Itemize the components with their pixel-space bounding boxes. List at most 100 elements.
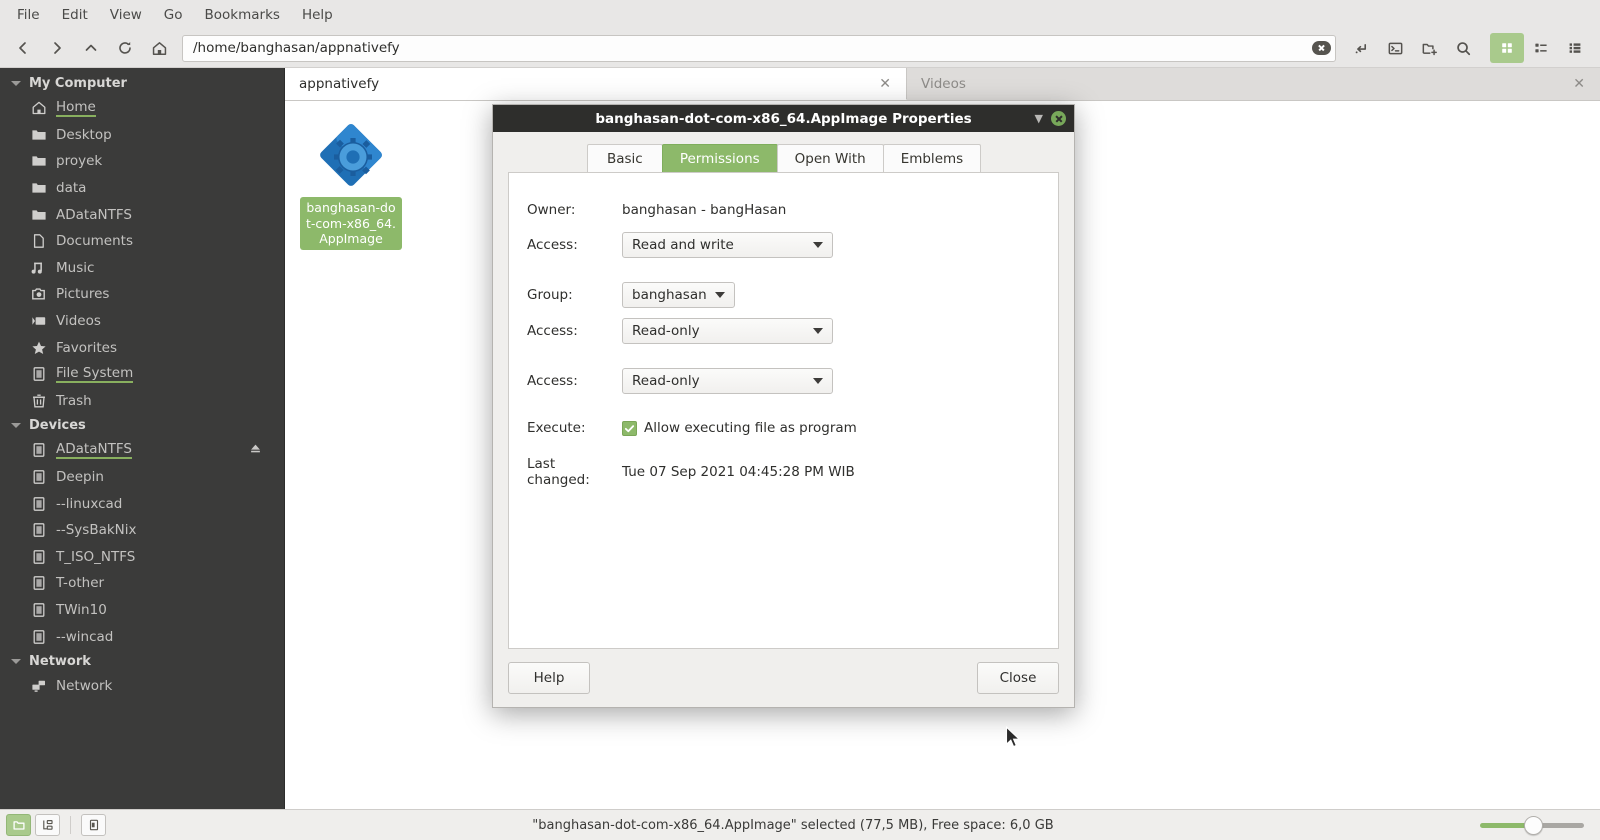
sidebar-item-deepin[interactable]: Deepin [0,464,284,491]
sidebar-item-label: Videos [56,313,101,330]
sidebar-item-network[interactable]: Network [0,673,284,700]
sidebar-item-pictures[interactable]: Pictures [0,281,284,308]
close-icon[interactable] [1051,111,1066,126]
sidebar-group-network[interactable]: Network [0,650,284,673]
execute-checkbox-label: Allow executing file as program [644,420,857,436]
zoom-slider-handle[interactable] [1524,816,1543,835]
up-button[interactable] [74,33,108,63]
other-access-select[interactable]: Read-only [622,368,833,394]
status-text: "banghasan-dot-com-x86_64.AppImage" sele… [532,817,1054,833]
sidebar-item-adatantfs[interactable]: ADataNTFS [0,437,284,464]
new-folder-icon [1422,43,1437,55]
tree-view-button[interactable] [35,814,60,836]
sidebar-group-my-computer[interactable]: My Computer [0,72,284,95]
chevron-up-icon [85,44,97,51]
group-access-select[interactable]: Read-only [622,318,833,344]
clear-address-button[interactable] [1311,38,1332,59]
owner-row: Owner: banghasan - bangHasan [527,195,1040,225]
dialog-footer: Help Close [493,649,1074,707]
new-folder-button[interactable] [1412,33,1446,63]
owner-access-select[interactable]: Read and write [622,232,833,258]
owner-access-row: Access: Read and write [527,230,1040,260]
help-button[interactable]: Help [508,662,590,694]
other-access-value: Read-only [632,373,700,389]
list-view-button[interactable] [1524,33,1558,63]
split-view-button[interactable] [1344,33,1378,63]
eject-icon[interactable] [249,442,262,459]
forward-button[interactable] [40,33,74,63]
folder-view-button[interactable] [6,814,31,836]
camera-icon [31,286,47,302]
sidebar-item-t-iso-ntfs[interactable]: T_ISO_NTFS [0,544,284,571]
close-button[interactable]: Close [977,662,1059,694]
home-button[interactable] [142,33,176,63]
compact-view-button[interactable] [1558,33,1592,63]
tree-view-icon [42,820,53,830]
zoom-slider[interactable] [1480,815,1584,835]
sidebar-item-linuxcad[interactable]: --linuxcad [0,490,284,517]
menu-item-edit[interactable]: Edit [51,3,99,27]
sidebar-item-documents[interactable]: Documents [0,228,284,255]
owner-value: banghasan - bangHasan [622,202,787,218]
sidebar-item-home[interactable]: Home [0,95,284,122]
sidebar-item-label: Network [56,678,113,695]
chevron-down-icon[interactable]: ▼ [1035,113,1043,124]
star-icon [31,340,47,356]
other-access-label: Access: [527,373,578,389]
sidebar-group-label: Network [29,653,91,669]
tab-basic[interactable]: Basic [586,144,663,172]
tab-emblems[interactable]: Emblems [882,144,982,172]
menu-item-go[interactable]: Go [153,3,194,27]
group-value: banghasan [632,287,707,303]
tab-appnativefy[interactable]: appnativefy ✕ [285,68,907,100]
menu-item-file[interactable]: File [6,3,51,27]
chevron-down-icon [813,242,823,248]
tab-open-with[interactable]: Open With [776,144,884,172]
side-pane-button[interactable] [81,814,106,836]
drive-icon [31,442,47,458]
sidebar-item-sysbaknix[interactable]: --SysBakNix [0,517,284,544]
sidebar-item-trash[interactable]: Trash [0,388,284,415]
sidebar-item-label: --wincad [56,628,114,645]
group-select[interactable]: banghasan [622,282,735,308]
back-button[interactable] [6,33,40,63]
sidebar-item-twin10[interactable]: TWin10 [0,597,284,624]
clear-icon [1312,41,1331,55]
sidebar-item-videos[interactable]: Videos [0,308,284,335]
sidebar-item-label: TWin10 [56,601,107,618]
sidebar-item-file-system[interactable]: File System [0,361,284,388]
side-pane-icon [89,819,98,831]
sidebar-group-devices[interactable]: Devices [0,414,284,437]
execute-checkbox[interactable] [622,420,637,436]
menu-item-help[interactable]: Help [291,3,344,27]
folder-icon [31,127,47,143]
sidebar-group-label: My Computer [29,76,127,91]
reload-button[interactable] [108,33,142,63]
close-icon[interactable]: ✕ [1570,75,1588,93]
menu-item-view[interactable]: View [99,3,153,27]
sidebar-item-proyek[interactable]: proyek [0,148,284,175]
menu-bar: File Edit View Go Bookmarks Help [0,0,1600,29]
tab-videos[interactable]: Videos ✕ [907,68,1600,100]
sidebar-item-music[interactable]: Music [0,255,284,282]
sidebar-item-label: Music [56,259,95,276]
address-input[interactable]: /home/banghasan/appnativefy [182,34,1336,62]
dialog-title-bar[interactable]: banghasan-dot-com-x86_64.AppImage Proper… [493,105,1074,132]
terminal-button[interactable] [1378,33,1412,63]
menu-item-bookmarks[interactable]: Bookmarks [194,3,291,27]
sidebar-item-label: Deepin [56,469,104,486]
drive-icon [31,575,47,591]
sidebar-item-wincad[interactable]: --wincad [0,623,284,650]
sidebar-item-t-other[interactable]: T-other [0,570,284,597]
file-item[interactable]: banghasan-dot-com-x86_64.AppImage [299,119,403,250]
close-icon[interactable]: ✕ [876,75,894,93]
tab-permissions[interactable]: Permissions [661,144,778,172]
icon-view-button[interactable] [1490,33,1524,63]
sidebar-item-data[interactable]: data [0,175,284,202]
sidebar-item-label: proyek [56,153,103,170]
dialog-window-controls: ▼ [1035,111,1066,126]
sidebar-item-favorites[interactable]: Favorites [0,334,284,361]
search-button[interactable] [1446,33,1480,63]
sidebar-item-adatantfs[interactable]: ADataNTFS [0,201,284,228]
sidebar-item-desktop[interactable]: Desktop [0,122,284,149]
